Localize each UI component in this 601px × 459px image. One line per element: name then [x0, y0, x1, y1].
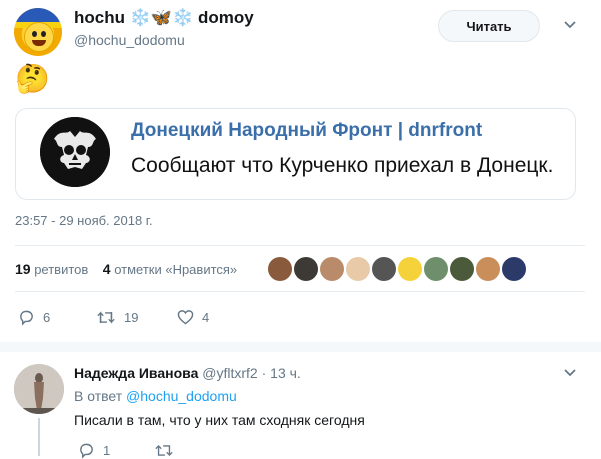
skull-emblem-icon [40, 117, 110, 187]
reply-avatar-figure [14, 364, 64, 414]
liker-avatar[interactable] [450, 257, 474, 281]
divider [15, 291, 585, 292]
chevron-down-icon[interactable] [563, 18, 577, 32]
display-name-suffix: domoy [197, 8, 254, 27]
avatar-eye [41, 31, 46, 37]
liker-avatar[interactable] [294, 257, 318, 281]
reply-count: 6 [43, 310, 51, 325]
like-count: 4 [102, 261, 111, 277]
reply-separator: · [261, 365, 267, 381]
retweet-count: 19 [15, 261, 31, 277]
liker-avatar[interactable] [320, 257, 344, 281]
avatar-mouth [32, 40, 46, 46]
snowflake-icon: ❄️ [172, 8, 194, 27]
reply-reply-button[interactable]: 1 [78, 442, 110, 459]
follow-button[interactable]: Читать [438, 10, 540, 42]
in-reply-prefix: В ответ [74, 388, 123, 404]
liker-avatar[interactable] [372, 257, 396, 281]
retweet-button[interactable]: 19 [96, 309, 138, 326]
like-button[interactable]: 4 [177, 309, 209, 325]
reply-handle[interactable]: @yfltxrf2 [202, 365, 257, 381]
thread-line [38, 418, 40, 456]
retweet-stat-label: ретвитов [34, 262, 89, 277]
retweet-action-count: 19 [124, 310, 139, 325]
reply-avatar[interactable] [14, 364, 64, 414]
user-handle[interactable]: @hochu_dodomu [74, 32, 185, 48]
section-separator [0, 342, 601, 352]
reply-text: Писали в там, что у них там сходняк сего… [74, 412, 365, 428]
like-action-count: 4 [202, 309, 210, 325]
liker-avatar[interactable] [268, 257, 292, 281]
tweet-stats: 19 ретвитов 4 отметки «Нравится» [15, 261, 237, 277]
like-stat[interactable]: 4 отметки «Нравится» [102, 261, 238, 277]
display-name[interactable]: hochu ❄️🦋❄️ domoy [74, 8, 254, 28]
card-logo [40, 117, 110, 187]
liker-avatar[interactable] [502, 257, 526, 281]
avatar-eye [32, 31, 37, 37]
card-title[interactable]: Донецкий Народный Фронт | dnrfront [131, 120, 482, 142]
in-reply-mention[interactable]: @hochu_dodomu [126, 388, 237, 404]
retweet-icon [155, 444, 173, 457]
reply-display-name[interactable]: Надежда Иванова [74, 365, 198, 381]
liker-avatar[interactable] [398, 257, 422, 281]
retweet-stat[interactable]: 19 ретвитов [15, 261, 89, 277]
reply-time[interactable]: 13 ч. [270, 365, 301, 381]
avatar-flag-blue [14, 8, 62, 22]
reply-button[interactable]: 6 [18, 309, 50, 326]
liker-avatar[interactable] [346, 257, 370, 281]
reply-header: Надежда Иванова @yfltxrf2 · 13 ч. [74, 365, 301, 381]
liker-avatar[interactable] [476, 257, 500, 281]
snowflake-icon: ❄️ [129, 8, 151, 27]
reply-retweet-button[interactable] [154, 442, 174, 459]
in-reply-to: В ответ @hochu_dodomu [74, 388, 237, 404]
reply-icon [80, 443, 93, 459]
like-stat-label: отметки «Нравится» [114, 262, 238, 277]
divider [15, 245, 585, 246]
chevron-down-icon[interactable] [563, 366, 577, 380]
butterfly-icon: 🦋 [150, 8, 173, 27]
reply-icon [20, 310, 33, 326]
liker-avatar[interactable] [424, 257, 448, 281]
tweet-timestamp[interactable]: 23:57 - 29 нояб. 2018 г. [15, 213, 153, 228]
display-name-text: hochu [74, 8, 125, 27]
card-text: Сообщают что Курченко приехал в Донецк. [131, 154, 554, 177]
avatar-face [24, 22, 54, 52]
avatar[interactable] [14, 8, 62, 56]
tweet-text: 🤔 [15, 63, 50, 94]
retweet-icon [97, 311, 115, 324]
heart-icon [177, 310, 194, 325]
